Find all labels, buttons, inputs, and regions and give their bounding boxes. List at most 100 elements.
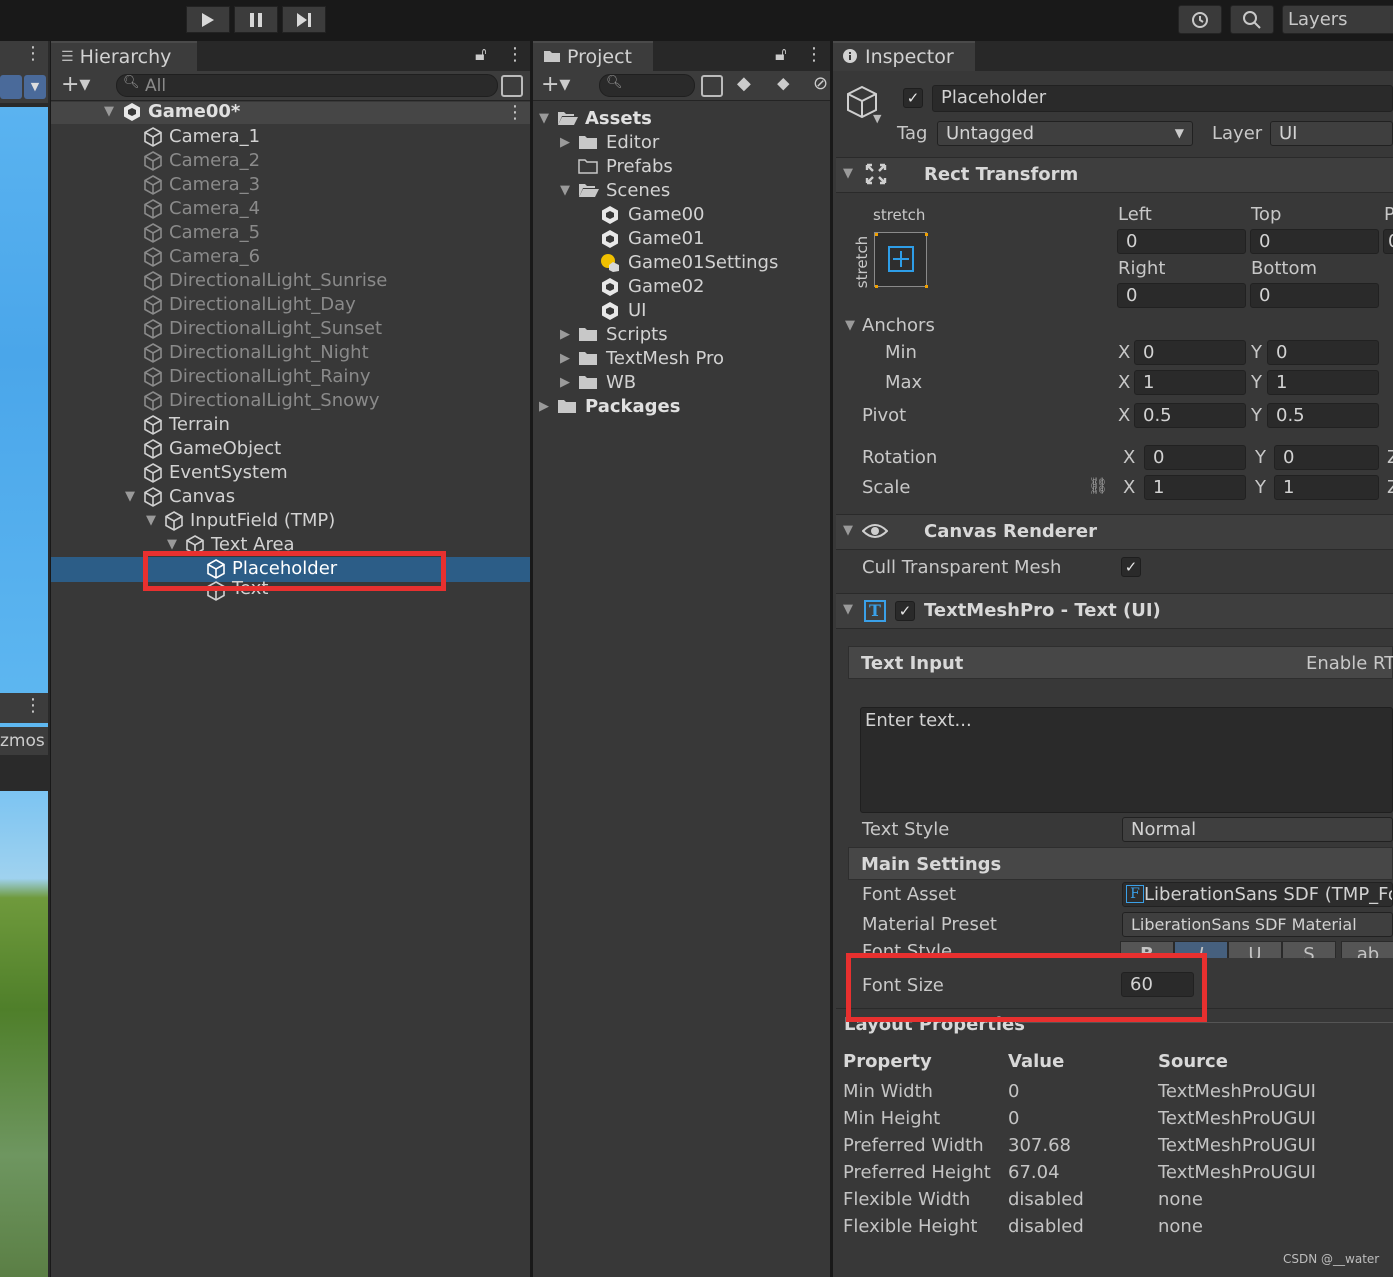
anchor-min-y-field[interactable]: 0 [1267,340,1379,365]
hierarchy-item[interactable]: Terrain [143,413,230,437]
more-icon[interactable]: ⋮ [24,695,42,716]
foldout-icon[interactable]: ▶ [560,347,574,371]
layer-dropdown[interactable]: UI [1270,121,1393,146]
foldout-icon[interactable]: ▼ [843,602,853,617]
dropdown-arrow-icon[interactable]: ▼ [24,75,46,99]
project-item[interactable]: ▶ Editor [560,131,659,155]
project-item[interactable]: ▶ Packages [539,395,680,419]
object-name-field[interactable]: Placeholder [932,85,1393,112]
search-scope-icon[interactable] [701,75,723,97]
foldout-icon[interactable]: ▼ [845,318,855,333]
top-field[interactable]: 0 [1250,229,1379,254]
foldout-icon[interactable]: ▶ [560,323,574,347]
more-icon[interactable]: ⋮ [805,44,823,65]
lock-icon[interactable]: 🔓︎ [775,44,787,65]
hierarchy-item[interactable]: ▼ Canvas [125,485,235,509]
hierarchy-item[interactable]: Camera_3 [143,173,260,197]
hierarchy-item[interactable]: EventSystem [143,461,288,485]
hierarchy-item[interactable]: DirectionalLight_Rainy [143,365,370,389]
foldout-icon[interactable]: ▼ [539,107,553,131]
project-item[interactable]: Game02 [600,275,705,299]
anchor-min-x-field[interactable]: 0 [1134,340,1246,365]
project-search-input[interactable]: 🔍︎ [599,74,695,97]
inspector-tab[interactable]: Inspector [833,41,975,71]
underline-button[interactable]: U [1228,941,1282,958]
foldout-icon[interactable]: ▶ [560,371,574,395]
text-input-area[interactable]: Enter text... [860,707,1393,813]
project-item[interactable]: ▼ Scenes [560,179,670,203]
project-item[interactable]: ▼ Assets [539,107,652,131]
project-item[interactable]: Game01Settings [600,251,778,275]
left-field[interactable]: 0 [1117,229,1246,254]
chevron-down-icon[interactable]: ▼ [873,112,881,125]
foldout-icon[interactable]: ▼ [104,100,118,124]
active-checkbox[interactable]: ✓ [903,88,923,108]
scene-visibility-icon[interactable] [501,75,523,97]
project-item[interactable]: UI [600,299,646,323]
pivot-y-field[interactable]: 0.5 [1267,403,1379,428]
project-item[interactable]: ▶ WB [560,371,636,395]
anchor-max-x-field[interactable]: 1 [1134,370,1246,395]
more-icon[interactable]: ⋮ [506,102,524,123]
foldout-icon[interactable]: ▼ [843,523,853,538]
rotation-x-field[interactable]: 0 [1144,445,1246,470]
hierarchy-item[interactable]: DirectionalLight_Snowy [143,389,380,413]
foldout-icon[interactable]: ▼ [125,485,139,509]
hierarchy-search-input[interactable]: 🔍︎ All [116,74,498,97]
scale-y-field[interactable]: 1 [1274,475,1379,500]
add-button[interactable]: +▾ [541,72,570,97]
strikethrough-button[interactable]: S [1282,941,1336,958]
project-item[interactable]: ▶ Scripts [560,323,668,347]
project-tab[interactable]: Project [533,41,653,71]
rotation-y-field[interactable]: 0 [1274,445,1379,470]
project-item[interactable]: Prefabs [560,155,673,179]
hierarchy-item[interactable]: Camera_4 [143,197,260,221]
foldout-icon[interactable]: ▶ [560,131,574,155]
tag-dropdown[interactable]: Untagged ▼ [937,121,1193,146]
hierarchy-item[interactable]: DirectionalLight_Night [143,341,369,365]
more-icon[interactable]: ⋮ [506,44,524,65]
foldout-icon[interactable]: ▼ [146,509,160,533]
scale-x-field[interactable]: 1 [1144,475,1246,500]
right-field[interactable]: 0 [1117,283,1246,308]
foldout-icon[interactable]: ▶ [539,395,553,419]
layers-dropdown[interactable]: Layers [1282,5,1393,34]
project-item[interactable]: Game01 [600,227,705,251]
constrain-proportions-icon[interactable]: ⛓︎ [1088,476,1108,495]
foldout-icon[interactable]: ▼ [560,179,574,203]
foldout-icon[interactable]: ▼ [843,166,853,181]
pos-z-field[interactable]: 0 [1383,229,1393,254]
cull-transparent-mesh-checkbox[interactable]: ✓ [1121,557,1141,577]
gizmos-button[interactable]: zmos [0,727,48,755]
anchor-max-y-field[interactable]: 1 [1267,370,1379,395]
lowercase-button[interactable]: ab [1341,941,1393,958]
text-style-dropdown[interactable]: Normal [1122,817,1393,842]
tmp-enabled-checkbox[interactable]: ✓ [895,601,915,621]
pivot-x-field[interactable]: 0.5 [1134,403,1246,428]
hidden-packages-icon[interactable]: ⊘ [813,73,828,94]
search-button[interactable] [1230,5,1274,34]
globe-icon[interactable] [0,75,22,99]
hierarchy-item[interactable]: DirectionalLight_Day [143,293,356,317]
hierarchy-tab[interactable]: ☰ Hierarchy [51,41,197,71]
anchor-presets-button[interactable] [874,232,928,288]
pause-button[interactable] [234,6,278,33]
hierarchy-item[interactable]: Camera_2 [143,149,260,173]
font-asset-field[interactable]: F LiberationSans SDF (TMP_Fo [1122,882,1393,907]
add-button[interactable]: +▾ [61,72,90,97]
project-item[interactable]: ▶ TextMesh Pro [560,347,724,371]
bottom-field[interactable]: 0 [1250,283,1379,308]
rect-transform-header[interactable] [836,157,1393,193]
hierarchy-item[interactable]: GameObject [143,437,281,461]
step-button[interactable] [282,6,326,33]
lock-icon[interactable]: 🔓︎ [475,44,487,65]
project-item[interactable]: Game00 [600,203,705,227]
hierarchy-item[interactable]: ▼ InputField (TMP) [146,509,335,533]
hierarchy-item[interactable]: Camera_1 [143,125,260,149]
enable-rtl-label[interactable]: Enable RT [1306,652,1393,676]
history-button[interactable] [1178,5,1222,34]
play-button[interactable] [186,6,230,33]
more-icon[interactable]: ⋮ [24,43,42,64]
hierarchy-item[interactable]: DirectionalLight_Sunrise [143,269,387,293]
material-preset-dropdown[interactable]: LiberationSans SDF Material [1122,912,1393,937]
